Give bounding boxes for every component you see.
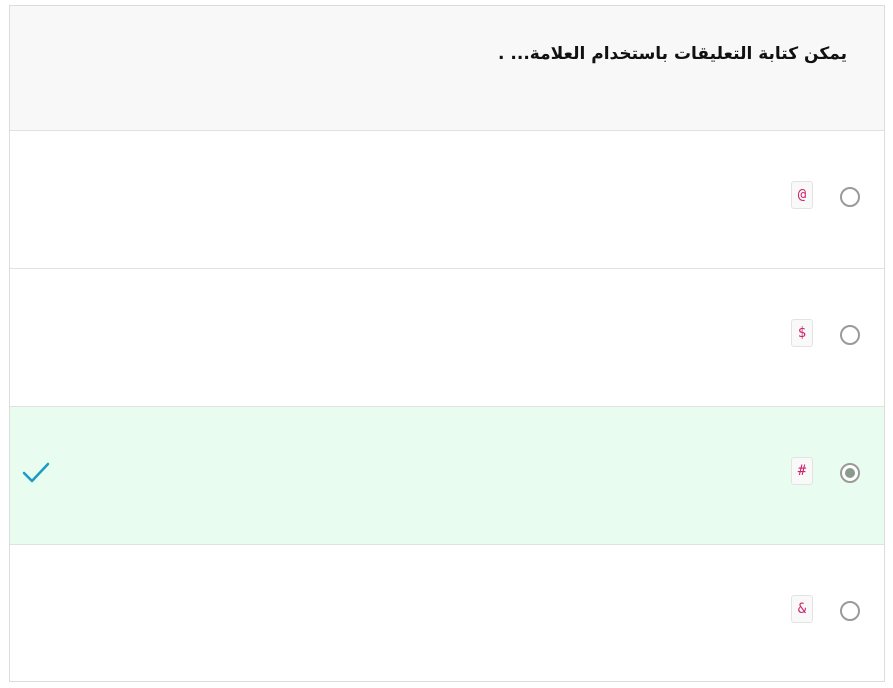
check-icon [22, 462, 50, 483]
option-ampersand[interactable]: & [10, 545, 884, 681]
option-dollar[interactable]: $ [10, 269, 884, 407]
question-header: يمكن كتابة التعليقات باستخدام العلامة...… [10, 6, 884, 131]
option-radio[interactable] [840, 187, 860, 207]
option-at[interactable]: @ [10, 131, 884, 269]
quiz-card: يمكن كتابة التعليقات باستخدام العلامة...… [9, 5, 885, 682]
option-code: $ [791, 319, 813, 347]
option-radio[interactable] [840, 601, 860, 621]
option-code: # [791, 457, 813, 485]
option-radio-selected[interactable] [840, 463, 860, 483]
option-code: @ [791, 181, 813, 209]
option-hash[interactable]: # [10, 407, 884, 545]
option-radio[interactable] [840, 325, 860, 345]
question-text: يمكن كتابة التعليقات باستخدام العلامة...… [498, 44, 847, 64]
option-code: & [791, 595, 813, 623]
